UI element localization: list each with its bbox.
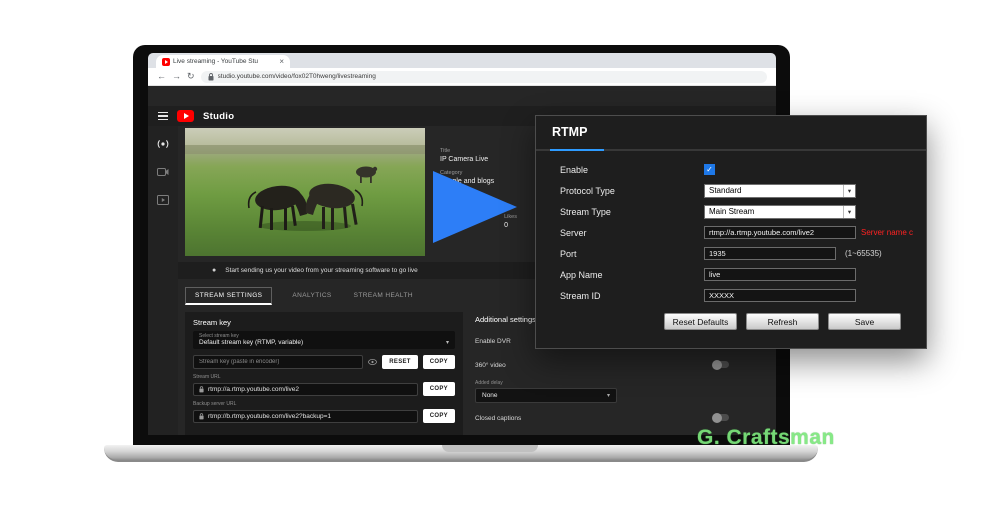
browser-tab[interactable]: Live streaming - YouTube Stu × xyxy=(156,55,290,68)
browser-address-bar: ← → ↻ studio.youtube.com/video/fox02T0hw… xyxy=(148,68,776,86)
livestream-icon[interactable] xyxy=(156,138,171,150)
video-360-label: 360° video xyxy=(475,362,506,369)
chevron-down-icon: ▾ xyxy=(843,185,855,197)
reset-key-button[interactable]: RESET xyxy=(382,355,418,369)
stream-url-value: rtmp://a.rtmp.youtube.com/live2 xyxy=(208,386,299,393)
studio-tabs: STREAM SETTINGS ANALYTICS STREAM HEALTH xyxy=(185,286,415,305)
tab-close-icon[interactable]: × xyxy=(279,58,284,66)
pointer-arrow-icon xyxy=(433,171,517,243)
show-key-icon[interactable] xyxy=(368,359,377,365)
protocol-type-row: Protocol Type Standard ▾ xyxy=(560,183,912,198)
laptop-notch xyxy=(442,445,538,452)
port-range-note: (1~65535) xyxy=(845,249,882,258)
youtube-favicon-icon xyxy=(162,58,170,66)
stream-key-input[interactable] xyxy=(193,355,363,369)
app-name-row: App Name xyxy=(560,267,912,282)
lock-icon xyxy=(199,413,204,420)
tab-title: Live streaming - YouTube Stu xyxy=(173,58,276,65)
closed-captions-row: Closed captions xyxy=(475,415,775,422)
closed-captions-toggle[interactable] xyxy=(713,414,729,421)
studio-sidebar xyxy=(148,126,178,435)
stream-type-label: Stream Type xyxy=(560,207,704,217)
server-label: Server xyxy=(560,228,704,238)
tab-analytics[interactable]: ANALYTICS xyxy=(290,288,333,303)
stream-type-value: Main Stream xyxy=(709,207,754,216)
dialog-title: RTMP xyxy=(552,125,587,139)
port-input[interactable] xyxy=(704,247,836,260)
stream-id-label: Stream ID xyxy=(560,291,704,301)
added-delay-label: Added delay xyxy=(475,380,775,386)
backup-url-field[interactable]: rtmp://b.rtmp.youtube.com/live2?backup=1 xyxy=(193,410,418,423)
page: Live streaming - YouTube Stu × ← → ↻ stu… xyxy=(0,0,1000,509)
url-field[interactable]: studio.youtube.com/video/fox02T0hweng/li… xyxy=(201,71,767,83)
stream-type-select[interactable]: Main Stream ▾ xyxy=(704,205,856,219)
webcam-icon[interactable] xyxy=(156,166,171,178)
dialog-buttons: Reset Defaults Refresh Save xyxy=(664,313,901,330)
status-text: Start sending us your video from your st… xyxy=(225,267,418,274)
wildebeest-scene xyxy=(185,128,425,256)
watermark-text: G. Craftsman xyxy=(697,426,835,450)
refresh-button[interactable]: Refresh xyxy=(746,313,819,330)
tab-stream-settings[interactable]: STREAM SETTINGS xyxy=(185,287,272,305)
server-error-note: Server name c xyxy=(861,228,922,237)
copy-backup-button[interactable]: COPY xyxy=(423,409,455,423)
stream-type-row: Stream Type Main Stream ▾ xyxy=(560,204,912,219)
manage-videos-icon[interactable] xyxy=(156,194,171,206)
backup-url-value: rtmp://b.rtmp.youtube.com/live2?backup=1 xyxy=(208,413,331,420)
chevron-down-icon: ▾ xyxy=(607,392,610,399)
video-360-toggle[interactable] xyxy=(713,361,729,368)
enable-row: Enable ✓ xyxy=(560,162,912,177)
url-text: studio.youtube.com/video/fox02T0hweng/li… xyxy=(218,73,376,80)
enable-checkbox[interactable]: ✓ xyxy=(704,164,715,175)
back-icon[interactable]: ← xyxy=(157,72,166,81)
stream-key-panel: Stream key Select stream key Default str… xyxy=(185,312,463,435)
reset-defaults-button[interactable]: Reset Defaults xyxy=(664,313,737,330)
stream-url-label: Stream URL xyxy=(193,374,455,380)
video-preview[interactable] xyxy=(185,128,425,256)
stream-key-select[interactable]: Select stream key Default stream key (RT… xyxy=(193,331,455,349)
protocol-type-select[interactable]: Standard ▾ xyxy=(704,184,856,198)
closed-captions-label: Closed captions xyxy=(475,415,521,422)
stream-key-row: RESET COPY xyxy=(193,355,455,369)
studio-brand: Studio xyxy=(203,111,234,122)
status-dot-icon: ● xyxy=(212,267,216,274)
backup-url-label: Backup server URL xyxy=(193,401,455,407)
lock-icon xyxy=(208,73,214,81)
menu-icon[interactable] xyxy=(158,112,168,120)
refresh-icon[interactable]: ↻ xyxy=(187,72,195,81)
check-icon: ✓ xyxy=(706,166,713,174)
dialog-accent-underline xyxy=(550,149,604,151)
copy-key-button[interactable]: COPY xyxy=(423,355,455,369)
copy-url-button[interactable]: COPY xyxy=(423,382,455,396)
enable-dvr-label: Enable DVR xyxy=(475,338,511,345)
protocol-type-label: Protocol Type xyxy=(560,186,704,196)
backup-url-row: rtmp://b.rtmp.youtube.com/live2?backup=1… xyxy=(193,409,455,423)
port-row: Port (1~65535) xyxy=(560,246,912,261)
chevron-down-icon: ▾ xyxy=(843,206,855,218)
added-delay-value: None xyxy=(482,392,498,399)
added-delay-select[interactable]: None ▾ xyxy=(475,388,617,403)
stream-url-field[interactable]: rtmp://a.rtmp.youtube.com/live2 xyxy=(193,383,418,396)
chevron-down-icon: ▾ xyxy=(446,339,449,346)
protocol-type-value: Standard xyxy=(709,186,741,195)
app-name-label: App Name xyxy=(560,270,704,280)
port-label: Port xyxy=(560,249,704,259)
lock-icon xyxy=(199,386,204,393)
stream-url-row: rtmp://a.rtmp.youtube.com/live2 COPY xyxy=(193,382,455,396)
stream-id-input[interactable] xyxy=(704,289,856,302)
server-row: Server Server name c xyxy=(560,225,922,240)
selected-stream-key: Default stream key (RTMP, variable) xyxy=(199,339,303,346)
video-360-row: 360° video xyxy=(475,362,775,369)
server-input[interactable] xyxy=(704,226,856,239)
app-name-input[interactable] xyxy=(704,268,856,281)
save-button[interactable]: Save xyxy=(828,313,901,330)
tab-stream-health[interactable]: STREAM HEALTH xyxy=(352,288,415,303)
browser-tab-strip: Live streaming - YouTube Stu × xyxy=(148,53,776,68)
enable-label: Enable xyxy=(560,165,704,175)
forward-icon[interactable]: → xyxy=(172,72,181,81)
stream-id-row: Stream ID xyxy=(560,288,912,303)
youtube-logo-icon[interactable] xyxy=(177,110,194,122)
rtmp-dialog: RTMP Enable ✓ Protocol Type Standard ▾ S… xyxy=(535,115,927,349)
stream-key-heading: Stream key xyxy=(193,318,455,327)
